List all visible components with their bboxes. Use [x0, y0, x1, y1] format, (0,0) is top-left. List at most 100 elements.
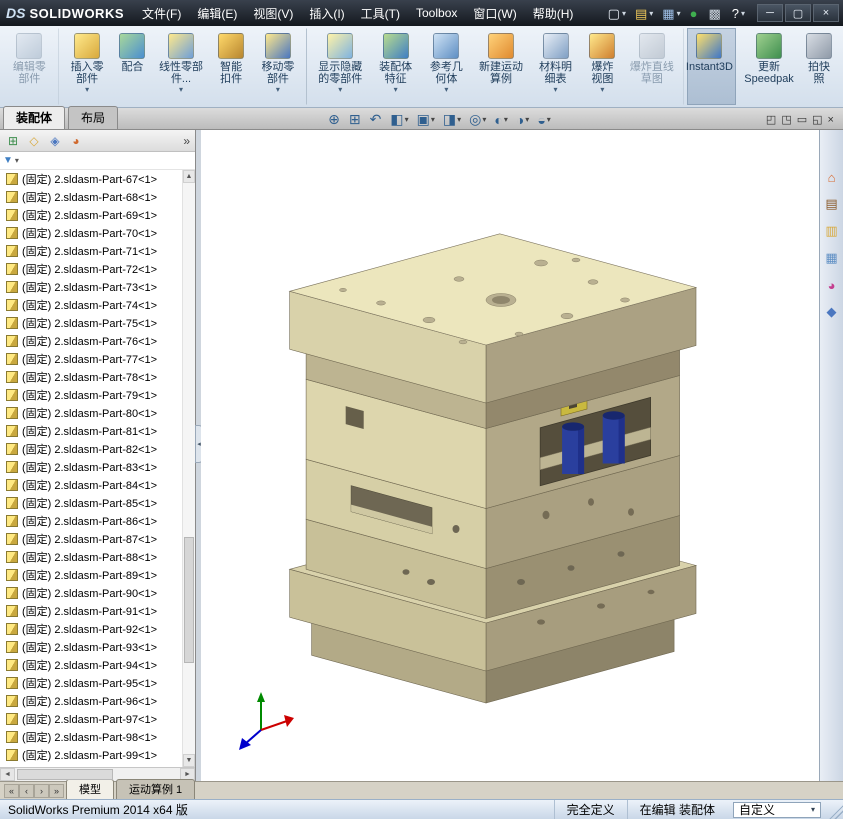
- custom-properties-icon[interactable]: ◆: [823, 303, 841, 321]
- pane-left-icon[interactable]: ◰: [765, 113, 777, 126]
- tree-item[interactable]: (固定) 2.sldasm-Part-79<1>: [0, 386, 182, 404]
- ribbon-button[interactable]: 材料明细表 ▾: [530, 28, 581, 105]
- tree-item[interactable]: (固定) 2.sldasm-Part-84<1>: [0, 476, 182, 494]
- tree-item[interactable]: (固定) 2.sldasm-Part-71<1>: [0, 242, 182, 260]
- doc-restore-icon[interactable]: ◱: [811, 113, 823, 126]
- view-settings-icon[interactable]: ◒ ▾: [534, 112, 553, 128]
- tree-item[interactable]: (固定) 2.sldasm-Part-85<1>: [0, 494, 182, 512]
- design-library-icon[interactable]: ▤: [823, 195, 841, 213]
- tree-item[interactable]: (固定) 2.sldasm-Part-80<1>: [0, 404, 182, 422]
- scrollbar-track[interactable]: [15, 768, 180, 781]
- tree-item[interactable]: (固定) 2.sldasm-Part-67<1>: [0, 170, 182, 188]
- close-button[interactable]: ×: [813, 4, 839, 22]
- tab-scroll-next-icon[interactable]: ›: [34, 784, 49, 798]
- tree-item[interactable]: (固定) 2.sldasm-Part-87<1>: [0, 530, 182, 548]
- menu-item[interactable]: 插入(I): [301, 0, 352, 27]
- scrollbar-track[interactable]: [183, 183, 195, 754]
- tree-item[interactable]: (固定) 2.sldasm-Part-76<1>: [0, 332, 182, 350]
- hide-show-items-icon[interactable]: ◎ ▾: [466, 111, 489, 128]
- previous-view-icon[interactable]: ↶: [367, 111, 386, 128]
- ribbon-button[interactable]: 新建运动算例: [472, 28, 530, 105]
- tree-item[interactable]: (固定) 2.sldasm-Part-96<1>: [0, 692, 182, 710]
- featuremanager-tab-icon[interactable]: ⊞: [5, 133, 21, 149]
- edit-appearance-icon[interactable]: ◐ ▾: [491, 112, 510, 128]
- zoom-area-icon[interactable]: ⊞: [346, 111, 365, 128]
- tree-filter-bar[interactable]: ▼ ▾: [0, 152, 195, 170]
- display-style-icon[interactable]: ◨ ▾: [440, 111, 464, 128]
- ribbon-button[interactable]: 显示隐藏的零部件 ▾: [310, 28, 370, 105]
- tree-item[interactable]: (固定) 2.sldasm-Part-98<1>: [0, 728, 182, 746]
- scroll-up-icon[interactable]: ▲: [183, 170, 195, 183]
- ribbon-button[interactable]: 爆炸视图 ▾: [581, 28, 624, 105]
- tree-item[interactable]: (固定) 2.sldasm-Part-74<1>: [0, 296, 182, 314]
- tree-item[interactable]: (固定) 2.sldasm-Part-77<1>: [0, 350, 182, 368]
- tree-item[interactable]: (固定) 2.sldasm-Part-88<1>: [0, 548, 182, 566]
- tree-horizontal-scrollbar[interactable]: ◄ ►: [0, 767, 195, 781]
- view-orientation-icon[interactable]: ▣ ▾: [414, 111, 438, 128]
- tree-item[interactable]: (固定) 2.sldasm-Part-95<1>: [0, 674, 182, 692]
- tree-vertical-scrollbar[interactable]: ▲ ▼: [182, 170, 195, 767]
- tree-item[interactable]: (固定) 2.sldasm-Part-68<1>: [0, 188, 182, 206]
- options-icon[interactable]: ▩: [704, 5, 726, 22]
- tree-item[interactable]: (固定) 2.sldasm-Part-92<1>: [0, 620, 182, 638]
- tree-item[interactable]: (固定) 2.sldasm-Part-73<1>: [0, 278, 182, 296]
- ribbon-button[interactable]: 装配体特征 ▾: [370, 28, 421, 105]
- tree-item[interactable]: (固定) 2.sldasm-Part-72<1>: [0, 260, 182, 278]
- ribbon-button[interactable]: 移动零部件 ▾: [253, 28, 308, 105]
- tree-item[interactable]: (固定) 2.sldasm-Part-94<1>: [0, 656, 182, 674]
- custom-views-combo[interactable]: 自定义 ▾: [733, 801, 821, 818]
- tab-scroll-last-icon[interactable]: »: [49, 784, 64, 798]
- tab-scroll-prev-icon[interactable]: ‹: [19, 784, 34, 798]
- apply-scene-icon[interactable]: ◑ ▾: [513, 112, 532, 128]
- menu-item[interactable]: 视图(V): [245, 0, 301, 27]
- tree-item[interactable]: (固定) 2.sldasm-Part-91<1>: [0, 602, 182, 620]
- displaymanager-tab-icon[interactable]: ◕: [68, 133, 84, 149]
- tree-item[interactable]: (固定) 2.sldasm-Part-93<1>: [0, 638, 182, 656]
- commandmanager-tab[interactable]: 装配体: [3, 106, 66, 129]
- tree-item[interactable]: (固定) 2.sldasm-Part-99<1>: [0, 746, 182, 764]
- tab-scroll-first-icon[interactable]: «: [4, 784, 19, 798]
- scroll-left-icon[interactable]: ◄: [0, 768, 15, 781]
- menu-item[interactable]: 文件(F): [134, 0, 189, 27]
- ribbon-button[interactable]: 拍快照: [799, 28, 839, 105]
- tree-item[interactable]: (固定) 2.sldasm-Part-83<1>: [0, 458, 182, 476]
- menu-item[interactable]: 窗口(W): [465, 0, 524, 27]
- pane-right-icon[interactable]: ◳: [780, 113, 792, 126]
- ribbon-button[interactable]: 配合: [112, 28, 152, 105]
- document-tab[interactable]: 运动算例 1: [116, 779, 196, 799]
- menu-item[interactable]: 编辑(E): [189, 0, 245, 27]
- minimize-button[interactable]: ─: [757, 4, 783, 22]
- tree-item[interactable]: (固定) 2.sldasm-Part-89<1>: [0, 566, 182, 584]
- ribbon-button[interactable]: 智能扣件: [210, 28, 253, 105]
- propertymanager-tab-icon[interactable]: ◇: [26, 133, 42, 149]
- help-icon[interactable]: ? ▾: [728, 5, 749, 22]
- doc-close-icon[interactable]: ×: [827, 114, 835, 126]
- maximize-button[interactable]: ▢: [785, 4, 811, 22]
- ribbon-button[interactable]: 参考几何体 ▾: [421, 28, 472, 105]
- ribbon-button[interactable]: 编辑零部件: [4, 28, 59, 105]
- view-palette-icon[interactable]: ▦: [823, 249, 841, 267]
- tree-item[interactable]: (固定) 2.sldasm-Part-78<1>: [0, 368, 182, 386]
- tree-item[interactable]: (固定) 2.sldasm-Part-70<1>: [0, 224, 182, 242]
- commandmanager-tab[interactable]: 布局: [68, 106, 119, 129]
- tree-item[interactable]: (固定) 2.sldasm-Part-86<1>: [0, 512, 182, 530]
- appearances-icon[interactable]: ◕: [823, 276, 841, 294]
- save-icon[interactable]: ▦ ▾: [658, 5, 684, 22]
- tree-item[interactable]: (固定) 2.sldasm-Part-69<1>: [0, 206, 182, 224]
- ribbon-button[interactable]: 爆炸直线草图: [624, 28, 684, 105]
- ribbon-button[interactable]: 插入零部件 ▾: [62, 28, 113, 105]
- section-view-icon[interactable]: ◧ ▾: [387, 111, 411, 128]
- scrollbar-thumb[interactable]: [17, 769, 113, 780]
- open-icon[interactable]: ▤ ▾: [631, 5, 657, 22]
- tree-item[interactable]: (固定) 2.sldasm-Part-90<1>: [0, 584, 182, 602]
- configurationmanager-tab-icon[interactable]: ◈: [47, 133, 63, 149]
- doc-minimize-icon[interactable]: ▭: [796, 113, 808, 126]
- scroll-down-icon[interactable]: ▼: [183, 754, 195, 767]
- rebuild-icon[interactable]: ●: [686, 5, 704, 22]
- taskpane-home-icon[interactable]: ⌂: [823, 168, 841, 186]
- new-document-icon[interactable]: ▢ ▾: [604, 5, 630, 22]
- ribbon-button[interactable]: 更新 Speedpak: [739, 28, 799, 105]
- graphics-area[interactable]: [201, 130, 819, 781]
- tree-item[interactable]: (固定) 2.sldasm-Part-81<1>: [0, 422, 182, 440]
- file-explorer-icon[interactable]: ▥: [823, 222, 841, 240]
